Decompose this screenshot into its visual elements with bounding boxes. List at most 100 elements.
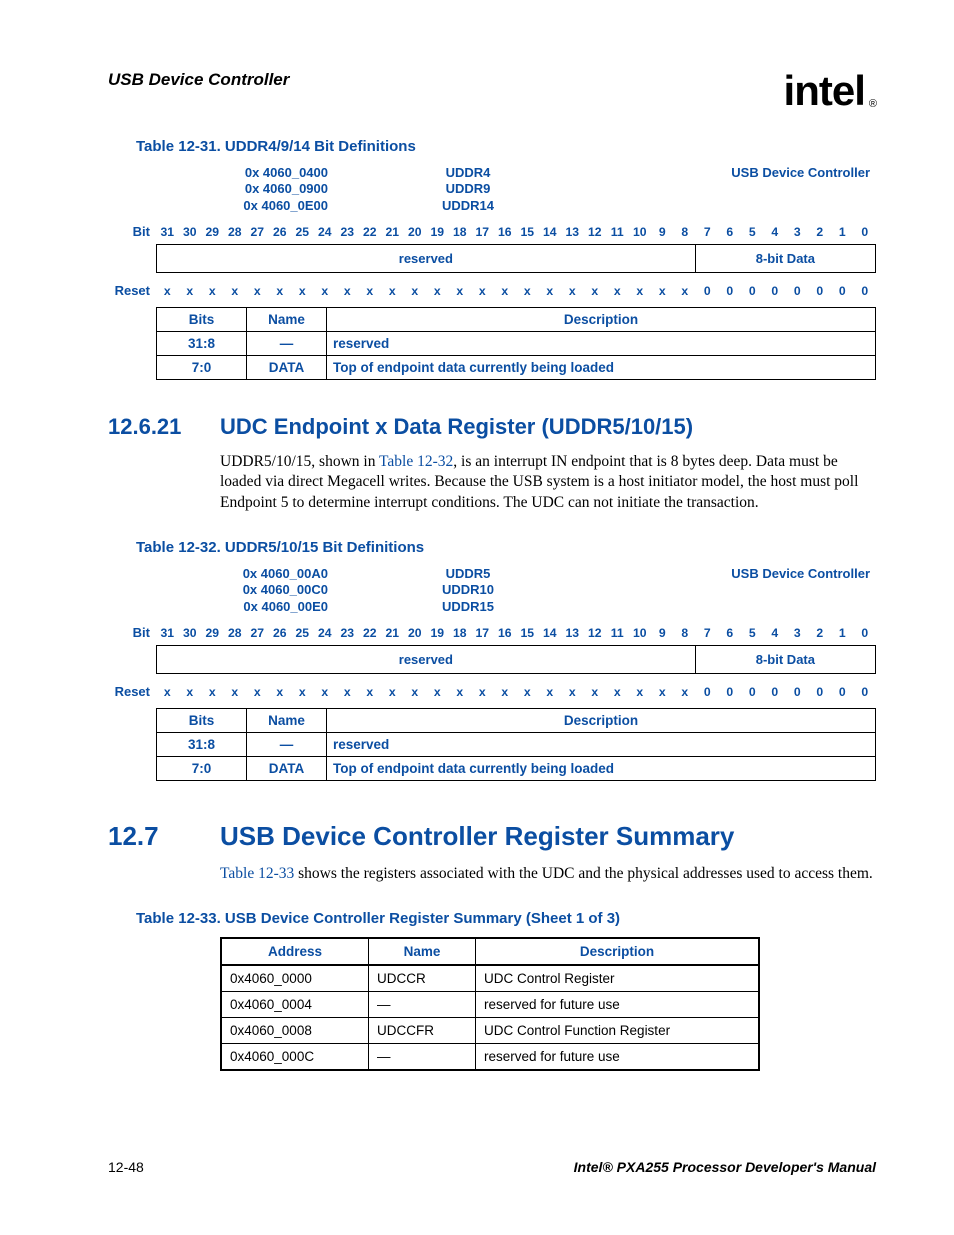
bit-field: 8-bit Data — [696, 646, 875, 673]
bit-number: 23 — [336, 623, 359, 643]
bit-number: 23 — [336, 222, 359, 242]
reset-value: 0 — [696, 281, 719, 301]
bit-number: 18 — [449, 623, 472, 643]
chapter-title: USB Device Controller — [108, 70, 289, 90]
reset-value: 0 — [764, 281, 787, 301]
table-row: 0x4060_000C—reserved for future use — [221, 1044, 759, 1071]
bit-number: 7 — [696, 623, 719, 643]
bit-number: 30 — [179, 623, 202, 643]
reset-value: x — [179, 682, 202, 702]
reset-value: x — [426, 281, 449, 301]
table-32-caption: Table 12-32. UDDR5/10/15 Bit Definitions — [136, 539, 876, 556]
bit-number: 31 — [156, 623, 179, 643]
reset-value: 0 — [809, 281, 832, 301]
reset-value: x — [314, 281, 337, 301]
bit-number: 14 — [539, 222, 562, 242]
bit-number: 19 — [426, 222, 449, 242]
reset-value: x — [381, 281, 404, 301]
bit-number: 25 — [291, 623, 314, 643]
reset-value: x — [201, 682, 224, 702]
reset-value: x — [201, 281, 224, 301]
reset-value: x — [449, 682, 472, 702]
reset-value: x — [314, 682, 337, 702]
reset-value: x — [584, 281, 607, 301]
section-12-6-21-heading: 12.6.21 UDC Endpoint x Data Register (UD… — [108, 414, 876, 440]
bit-number: 28 — [224, 623, 247, 643]
bit-number: 9 — [651, 222, 674, 242]
reset-value: 0 — [831, 682, 854, 702]
reset-value: x — [224, 682, 247, 702]
bit-number: 12 — [584, 623, 607, 643]
reset-value: 0 — [854, 281, 877, 301]
bit-number: 5 — [741, 623, 764, 643]
reset-value: 0 — [764, 682, 787, 702]
bit-number: 26 — [269, 623, 292, 643]
manual-title: Intel® PXA255 Processor Developer's Manu… — [574, 1159, 876, 1175]
reset-value: x — [539, 281, 562, 301]
reset-value: x — [404, 682, 427, 702]
bit-number: 25 — [291, 222, 314, 242]
reset-value: x — [606, 281, 629, 301]
bit-number: 20 — [404, 222, 427, 242]
bit-number: 29 — [201, 623, 224, 643]
bit-number: 19 — [426, 623, 449, 643]
bit-field: 8-bit Data — [696, 245, 875, 272]
reset-value: x — [291, 281, 314, 301]
bit-number: 15 — [516, 222, 539, 242]
reset-value: 0 — [696, 682, 719, 702]
reset-value: x — [516, 682, 539, 702]
bit-number: 22 — [359, 623, 382, 643]
bit-number: 4 — [764, 623, 787, 643]
reset-value: 0 — [719, 682, 742, 702]
bit-number: 18 — [449, 222, 472, 242]
reset-value: x — [359, 281, 382, 301]
table-row: 0x4060_0000UDCCRUDC Control Register — [221, 965, 759, 992]
bit-number: 3 — [786, 222, 809, 242]
bit-field: reserved — [157, 646, 696, 673]
reset-value: x — [584, 682, 607, 702]
reset-value: x — [651, 682, 674, 702]
reset-value: 0 — [809, 682, 832, 702]
link-table-12-32[interactable]: Table 12-32 — [379, 453, 453, 470]
page-number: 12-48 — [108, 1159, 144, 1175]
reset-value: x — [426, 682, 449, 702]
bit-number: 3 — [786, 623, 809, 643]
reset-value: x — [674, 682, 697, 702]
reset-value: x — [629, 281, 652, 301]
bit-number: 21 — [381, 222, 404, 242]
bit-number: 1 — [831, 623, 854, 643]
table-31-caption: Table 12-31. UDDR4/9/14 Bit Definitions — [136, 138, 876, 155]
bit-number: 16 — [494, 623, 517, 643]
section-21-paragraph: UDDR5/10/15, shown in Table 12-32, is an… — [220, 452, 876, 513]
bit-number: 8 — [674, 222, 697, 242]
reset-value: x — [629, 682, 652, 702]
reset-value: x — [359, 682, 382, 702]
bit-number: 14 — [539, 623, 562, 643]
reset-value: x — [494, 281, 517, 301]
bit-numbers-row: 3130292827262524232221201918171615141312… — [156, 222, 876, 242]
bit-number: 11 — [606, 623, 629, 643]
intel-logo: intel® — [784, 70, 876, 112]
bit-number: 24 — [314, 222, 337, 242]
reset-value: x — [651, 281, 674, 301]
bit-number: 6 — [719, 222, 742, 242]
reset-value: x — [179, 281, 202, 301]
bit-number: 17 — [471, 222, 494, 242]
reset-value: x — [336, 682, 359, 702]
reset-value: x — [674, 281, 697, 301]
bit-number: 20 — [404, 623, 427, 643]
bit-number: 22 — [359, 222, 382, 242]
reset-value: x — [291, 682, 314, 702]
bit-number: 15 — [516, 623, 539, 643]
reset-value: x — [269, 281, 292, 301]
reset-value: 0 — [741, 281, 764, 301]
bit-number: 27 — [246, 623, 269, 643]
reset-value: x — [246, 682, 269, 702]
bit-number: 10 — [629, 623, 652, 643]
bit-number: 17 — [471, 623, 494, 643]
bit-number: 8 — [674, 623, 697, 643]
bit-number: 4 — [764, 222, 787, 242]
section-7-paragraph: Table 12-33 shows the registers associat… — [220, 864, 876, 884]
reset-value: x — [156, 682, 179, 702]
link-table-12-33[interactable]: Table 12-33 — [220, 865, 294, 882]
